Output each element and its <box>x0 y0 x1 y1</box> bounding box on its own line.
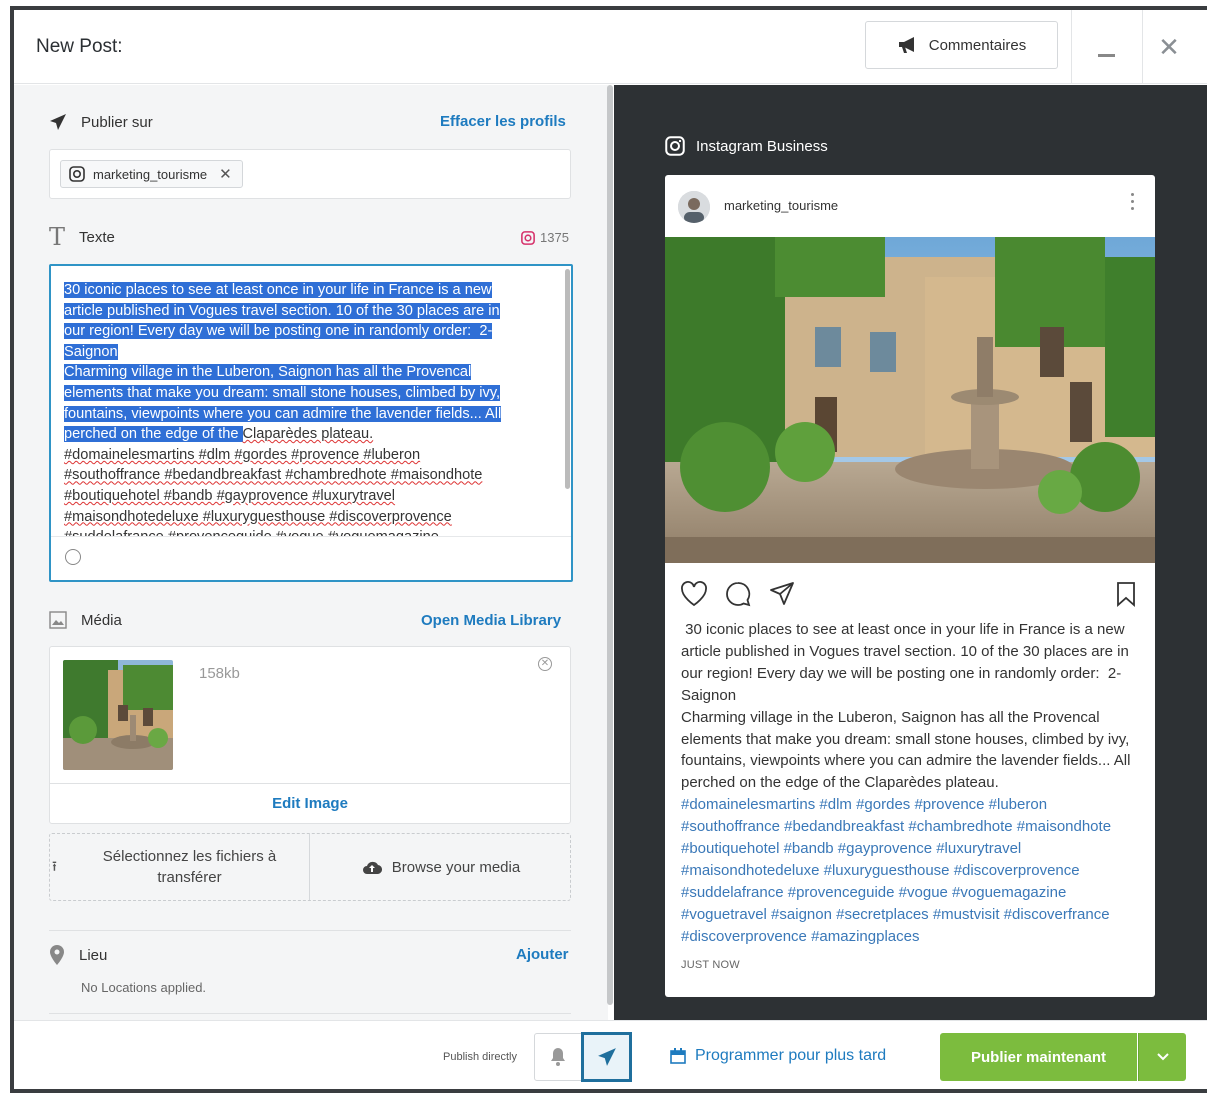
add-location-link[interactable]: Ajouter <box>516 946 569 963</box>
comment-icon[interactable] <box>725 581 751 607</box>
composer-scrollbar[interactable] <box>607 85 613 1005</box>
upload-files-button[interactable]: ⭱ Sélectionnez les fichiers à transférer <box>50 834 309 900</box>
new-post-dialog: New Post: Commentaires ✕ Publier sur Eff… <box>10 6 1207 1093</box>
media-label: Média <box>81 611 122 629</box>
image-icon <box>49 611 67 629</box>
post-text-editor[interactable]: 30 iconic places to see at least once in… <box>49 264 573 582</box>
media-item: 158kb ✕ Edit Image <box>49 646 571 824</box>
caption-text: 30 iconic places to see at least once in… <box>681 621 1131 792</box>
comments-button[interactable]: Commentaires <box>865 21 1058 69</box>
publish-now-button[interactable]: Publier maintenant <box>940 1033 1137 1081</box>
unselected-text: Claparèdes plateau. #domainelesmartins #… <box>64 426 483 536</box>
calendar-icon <box>670 1048 686 1064</box>
post-text-content[interactable]: 30 iconic places to see at least once in… <box>64 280 554 536</box>
instagram-icon <box>521 230 535 245</box>
publish-on-section: Publier sur <box>49 113 153 131</box>
location-section: Lieu <box>49 945 107 965</box>
village-photo-thumbnail <box>63 660 173 770</box>
no-locations-text: No Locations applied. <box>81 980 207 995</box>
upload-area: ⭱ Sélectionnez les fichiers à transférer… <box>49 833 571 901</box>
caption-hashtags: #domainelesmartins #dlm #gordes #provenc… <box>681 796 1112 945</box>
preview-network-label: Instagram Business <box>696 137 828 155</box>
instagram-icon <box>69 166 85 182</box>
remove-media-icon[interactable]: ✕ <box>538 657 552 671</box>
publish-on-label: Publier sur <box>81 113 153 131</box>
paper-plane-icon <box>50 114 66 130</box>
media-thumbnail[interactable] <box>63 660 173 770</box>
media-file-size: 158kb <box>199 665 240 682</box>
profile-chip: marketing_tourisme ✕ <box>60 160 243 188</box>
clear-profiles-link[interactable]: Effacer les profils <box>440 113 566 130</box>
text-icon: T <box>49 223 66 251</box>
location-label: Lieu <box>79 946 108 964</box>
chevron-down-icon <box>1156 1053 1169 1061</box>
open-media-library-link[interactable]: Open Media Library <box>421 612 561 629</box>
text-section: T Texte <box>49 223 115 251</box>
comments-label: Commentaires <box>928 36 1027 54</box>
heart-icon[interactable] <box>680 581 708 607</box>
section-divider <box>49 1013 571 1014</box>
post-timestamp: JUST NOW <box>681 959 740 971</box>
more-options-icon[interactable] <box>1131 193 1135 214</box>
media-section: Média <box>49 611 122 629</box>
dialog-footer: Publish directly Programmer pour plus ta… <box>14 1020 1207 1089</box>
post-header: marketing_tourisme <box>665 175 1155 237</box>
character-counter: 1375 <box>521 230 569 245</box>
post-actions <box>665 575 1155 611</box>
profile-chip-label: marketing_tourisme <box>93 166 208 182</box>
preview-network: Instagram Business <box>665 136 828 156</box>
bookmark-icon[interactable] <box>1116 581 1136 607</box>
preview-panel: Instagram Business marketing_tourisme 30… <box>614 85 1207 1020</box>
avatar <box>678 191 710 223</box>
close-button[interactable]: ✕ <box>1144 30 1194 64</box>
browse-media-button[interactable]: Browse your media <box>310 834 572 900</box>
close-icon: ✕ <box>1158 32 1180 62</box>
bell-icon <box>551 1048 565 1066</box>
emoji-icon[interactable] <box>65 549 81 565</box>
section-divider <box>49 930 571 931</box>
schedule-later-button[interactable]: Programmer pour plus tard <box>670 1047 886 1065</box>
instagram-post-preview: marketing_tourisme 30 iconic places to s… <box>665 175 1155 997</box>
minimize-button[interactable] <box>1072 10 1142 84</box>
post-photo <box>665 237 1155 563</box>
direct-publish-mode-button[interactable] <box>581 1032 632 1082</box>
upload-files-label: Sélectionnez les fichiers à transférer <box>102 848 277 886</box>
village-photo <box>665 237 1155 563</box>
paper-plane-icon <box>597 1048 616 1066</box>
schedule-later-label: Programmer pour plus tard <box>695 1047 887 1064</box>
publish-options-dropdown[interactable] <box>1138 1033 1186 1081</box>
text-label: Texte <box>79 228 115 246</box>
text-editor-footer <box>51 536 571 580</box>
upload-icon: ⭱ <box>52 858 57 874</box>
dialog-header: New Post: Commentaires ✕ <box>14 10 1207 84</box>
character-count: 1375 <box>540 230 569 245</box>
profile-selector[interactable]: marketing_tourisme ✕ <box>49 149 571 199</box>
edit-image-button[interactable]: Edit Image <box>50 783 570 823</box>
minimize-icon <box>1098 54 1115 57</box>
cloud-upload-icon <box>362 861 382 875</box>
preview-username: marketing_tourisme <box>724 198 839 213</box>
composer-panel: Publier sur Effacer les profils marketin… <box>14 85 608 1020</box>
megaphone-icon <box>898 37 914 53</box>
publish-directly-label: Publish directly <box>443 1051 517 1063</box>
post-caption: 30 iconic places to see at least once in… <box>681 619 1143 948</box>
share-icon[interactable] <box>769 581 795 607</box>
notification-mode-button[interactable] <box>534 1033 582 1081</box>
remove-profile-icon[interactable]: ✕ <box>219 165 232 183</box>
selected-text: 30 iconic places to see at least once in… <box>64 282 502 443</box>
instagram-icon <box>665 136 685 156</box>
text-scrollbar[interactable] <box>565 269 570 489</box>
header-divider <box>1142 10 1143 84</box>
location-pin-icon <box>50 945 64 965</box>
dialog-title: New Post: <box>36 36 123 57</box>
browse-media-label: Browse your media <box>391 858 521 876</box>
